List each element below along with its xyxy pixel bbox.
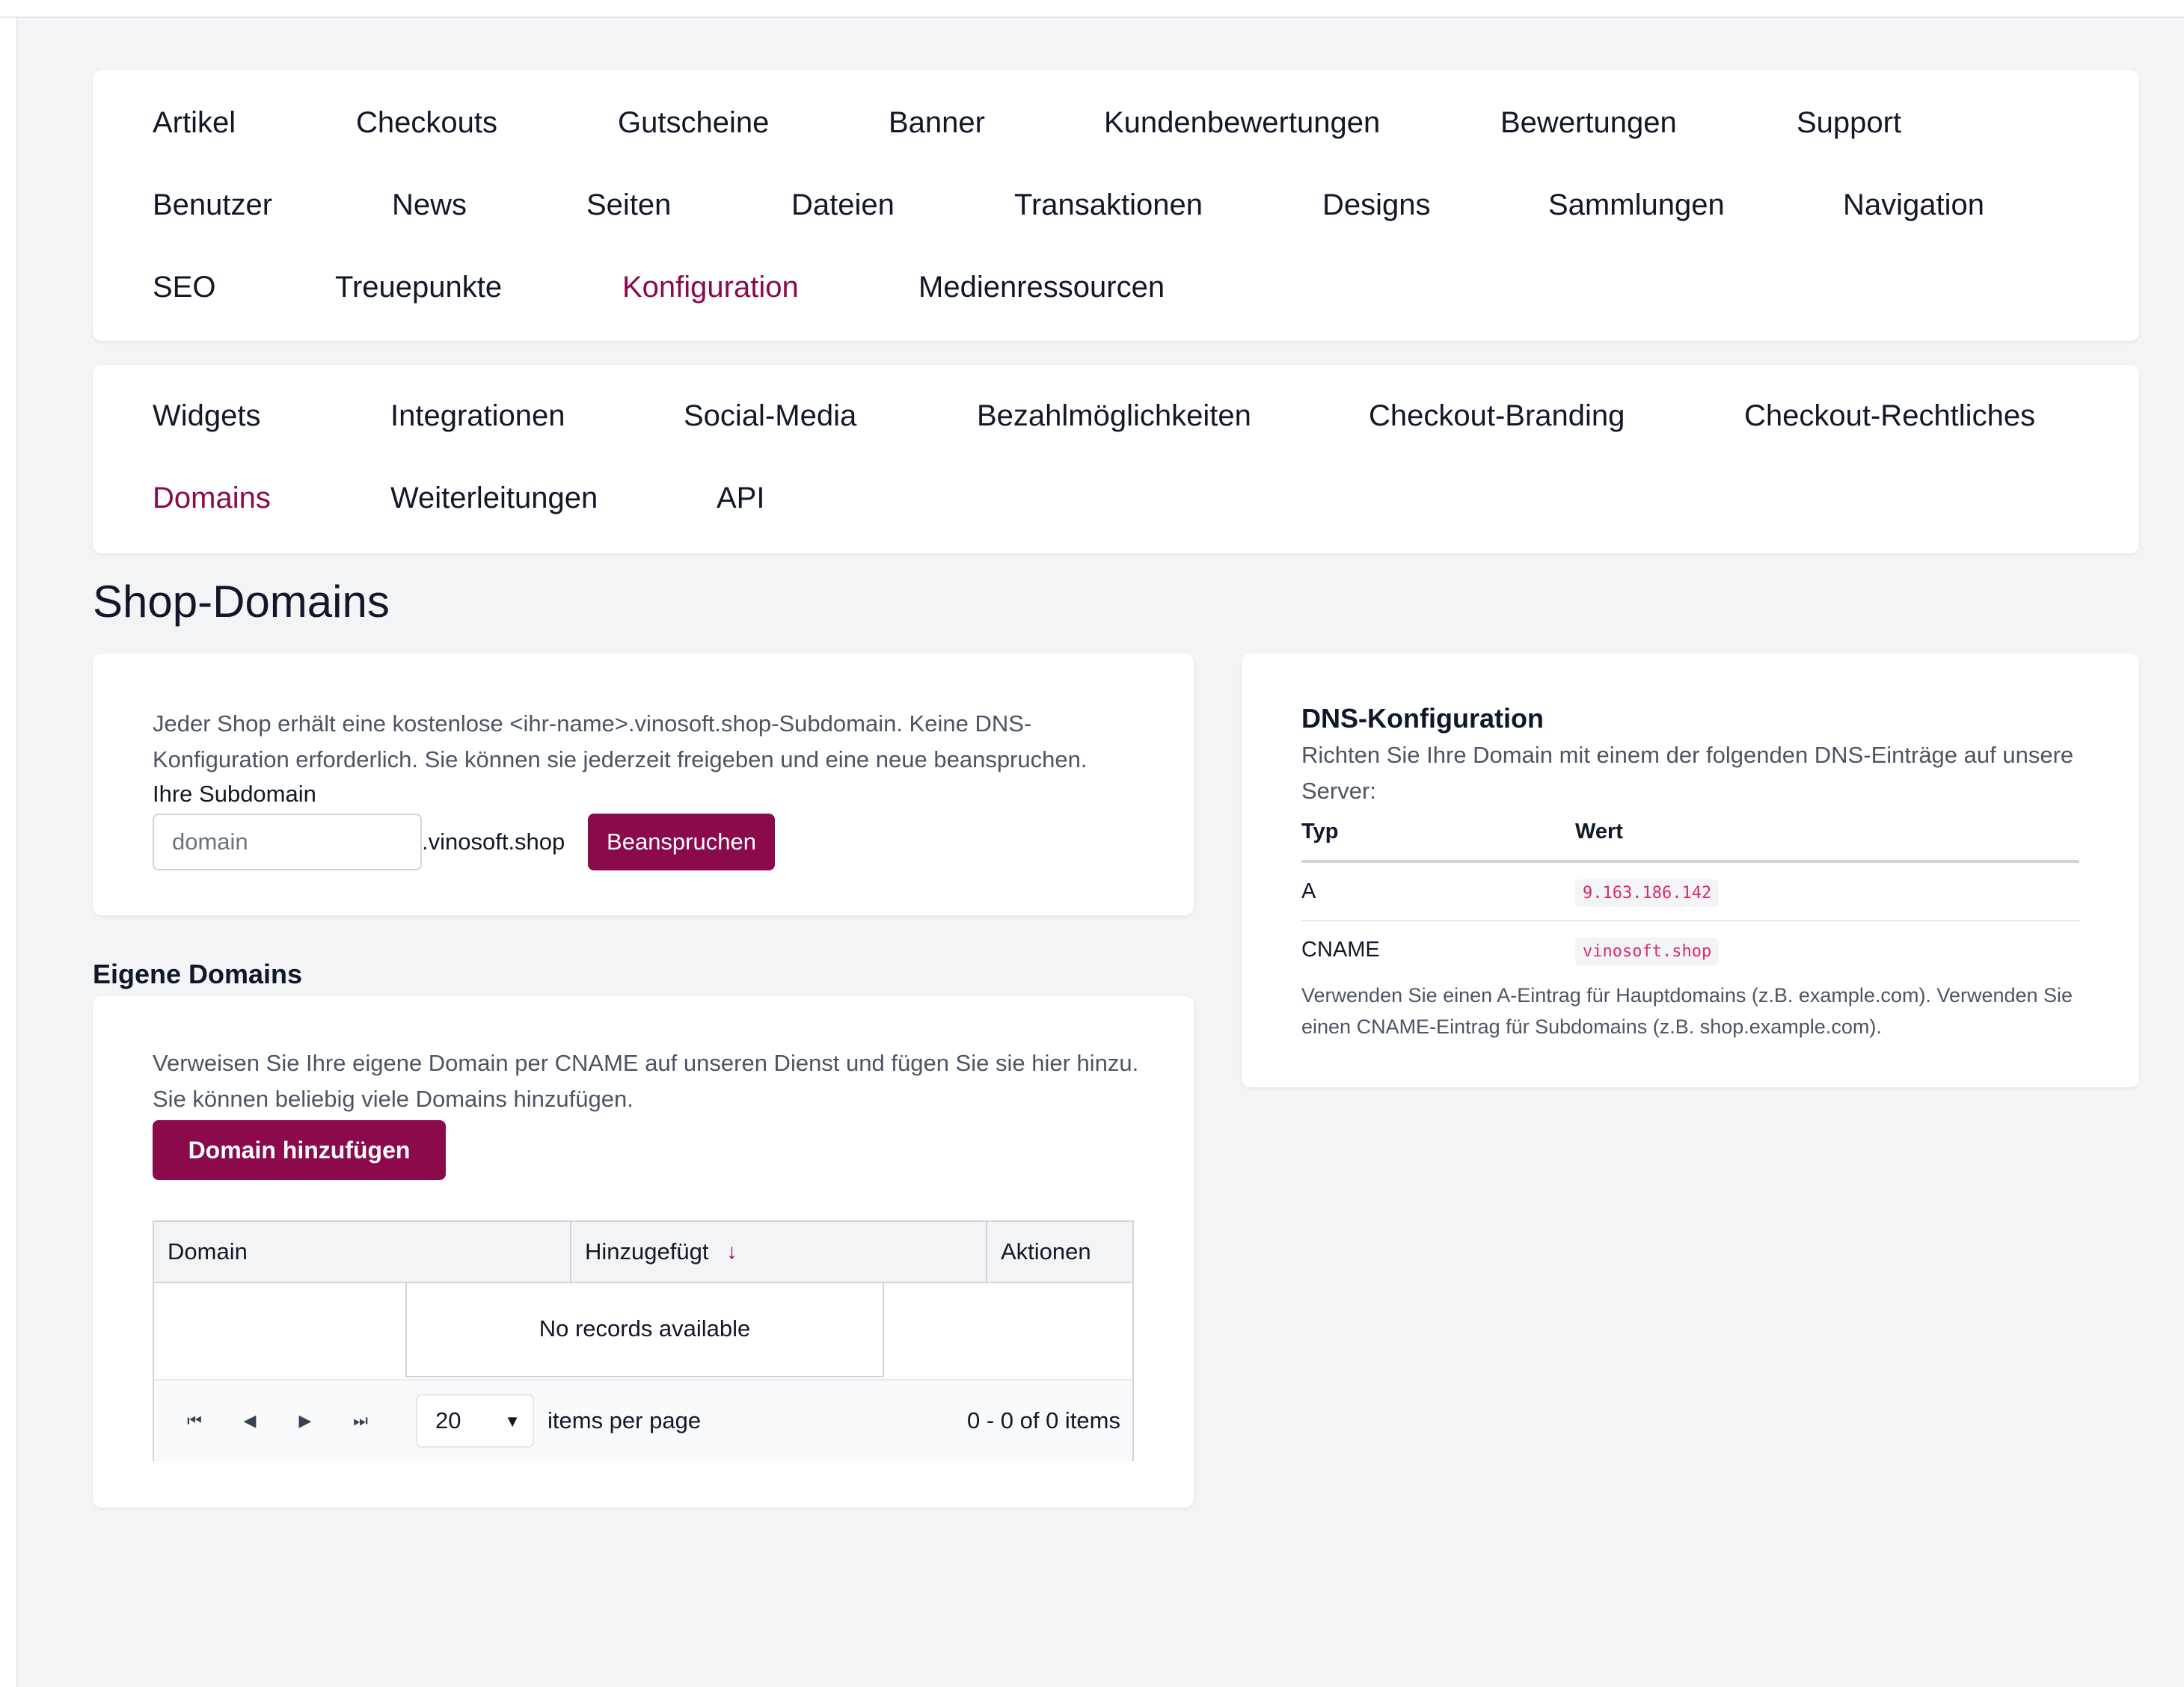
subdomain-description: Jeder Shop erhält eine kostenlose <ihr-n… <box>153 710 1088 772</box>
subdomain-input[interactable] <box>153 814 422 870</box>
nav-item-dateien[interactable]: Dateien <box>791 188 1014 222</box>
dns-record-value: 9.163.186.142 <box>1575 879 1720 907</box>
main-nav-row-2: Benutzer News Seiten Dateien Transaktion… <box>153 188 1984 222</box>
subnav-item-domains[interactable]: Domains <box>153 482 390 515</box>
nav-item-benutzer[interactable]: Benutzer <box>153 188 392 222</box>
page-size-select[interactable]: 20 ▼ <box>416 1394 534 1448</box>
next-page-icon[interactable]: ▶ <box>283 1380 328 1461</box>
dns-header-typ: Typ <box>1301 820 1339 844</box>
own-domains-card: Verweisen Sie Ihre eigene Domain per CNA… <box>93 996 1194 1508</box>
dns-record-value: vinosoft.shop <box>1575 938 1720 965</box>
column-header-hinzugefuegt[interactable]: Hinzugefügt ↓ <box>571 1222 986 1282</box>
add-domain-button[interactable]: Domain hinzufügen <box>153 1120 446 1180</box>
subnav-item-api[interactable]: API <box>717 482 764 515</box>
own-domains-description: Verweisen Sie Ihre eigene Domain per CNA… <box>153 1050 1139 1112</box>
dns-header-wert: Wert <box>1575 820 1623 844</box>
subdomain-suffix: .vinosoft.shop <box>422 829 565 855</box>
subnav-item-widgets[interactable]: Widgets <box>153 399 390 433</box>
caret-down-icon: ▼ <box>504 1412 521 1431</box>
column-header-domain[interactable]: Domain <box>154 1222 570 1282</box>
sub-nav-row-1: Widgets Integrationen Social-Media Bezah… <box>153 399 2035 433</box>
subnav-item-social-media[interactable]: Social-Media <box>684 399 977 433</box>
dns-row-divider <box>1301 920 2079 921</box>
own-domains-title: Eigene Domains <box>93 959 303 989</box>
dns-record-type: A <box>1301 879 1316 903</box>
nav-item-navigation[interactable]: Navigation <box>1843 188 1984 222</box>
grid-header: Domain Hinzugefügt ↓ Aktionen <box>154 1222 1132 1283</box>
sub-nav: Widgets Integrationen Social-Media Bezah… <box>93 365 2139 553</box>
nav-item-medienressourcen[interactable]: Medienressourcen <box>918 271 1165 304</box>
nav-item-sammlungen[interactable]: Sammlungen <box>1548 188 1843 222</box>
subnav-item-checkout-rechtliches[interactable]: Checkout-Rechtliches <box>1744 399 2035 433</box>
left-sidebar-edge <box>0 18 18 1687</box>
column-header-aktionen[interactable]: Aktionen <box>987 1222 1134 1282</box>
main-nav-row-1: Artikel Checkouts Gutscheine Banner Kund… <box>153 106 1901 140</box>
column-header-hinzugefuegt-label: Hinzugefügt <box>585 1238 709 1265</box>
grid-pager: ⏮ ◀ ▶ ⏭ 20 ▼ items per page 0 - 0 of 0 i… <box>154 1379 1132 1461</box>
dns-card: DNS-Konfiguration Richten Sie Ihre Domai… <box>1242 654 2139 1087</box>
last-page-icon[interactable]: ⏭ <box>338 1380 383 1461</box>
nav-item-treuepunkte[interactable]: Treuepunkte <box>335 271 622 304</box>
pager-summary: 0 - 0 of 0 items <box>966 1407 1120 1434</box>
subnav-item-bezahlmoeglichkeiten[interactable]: Bezahlmöglichkeiten <box>977 399 1369 433</box>
subnav-item-integrationen[interactable]: Integrationen <box>390 399 684 433</box>
previous-page-icon[interactable]: ◀ <box>227 1380 272 1461</box>
nav-item-news[interactable]: News <box>392 188 586 222</box>
nav-item-designs[interactable]: Designs <box>1322 188 1548 222</box>
nav-item-bewertungen[interactable]: Bewertungen <box>1500 106 1797 140</box>
nav-item-support[interactable]: Support <box>1797 106 1901 140</box>
sub-nav-row-2: Domains Weiterleitungen API <box>153 482 764 515</box>
main-nav: Artikel Checkouts Gutscheine Banner Kund… <box>93 70 2139 341</box>
nav-item-banner[interactable]: Banner <box>889 106 1104 140</box>
nav-item-konfiguration[interactable]: Konfiguration <box>622 271 918 304</box>
dns-record-type: CNAME <box>1301 938 1380 962</box>
nav-item-seiten[interactable]: Seiten <box>586 188 791 222</box>
nav-item-artikel[interactable]: Artikel <box>153 106 356 140</box>
dns-header-divider <box>1301 860 2079 863</box>
subdomain-card: Jeder Shop erhält eine kostenlose <ihr-n… <box>93 654 1194 915</box>
domains-grid: Domain Hinzugefügt ↓ Aktionen No records… <box>153 1220 1134 1461</box>
subdomain-label: Ihre Subdomain <box>153 781 316 807</box>
nav-item-transaktionen[interactable]: Transaktionen <box>1014 188 1322 222</box>
first-page-icon[interactable]: ⏮ <box>172 1380 217 1461</box>
dns-description: Richten Sie Ihre Domain mit einem der fo… <box>1301 742 2074 804</box>
page-size-value: 20 <box>435 1407 461 1434</box>
main-nav-row-3: SEO Treuepunkte Konfiguration Medienress… <box>153 271 1165 304</box>
subnav-item-weiterleitungen[interactable]: Weiterleitungen <box>390 482 717 515</box>
page-title: Shop-Domains <box>93 577 390 627</box>
dns-title: DNS-Konfiguration <box>1301 703 1544 734</box>
nav-item-gutscheine[interactable]: Gutscheine <box>618 106 889 140</box>
nav-item-checkouts[interactable]: Checkouts <box>356 106 618 140</box>
items-per-page-label: items per page <box>547 1407 702 1434</box>
claim-button[interactable]: Beanspruchen <box>588 814 775 870</box>
dns-note: Verwenden Sie einen A-Eintrag für Hauptd… <box>1301 984 2073 1038</box>
nav-item-kundenbewertungen[interactable]: Kundenbewertungen <box>1104 106 1500 140</box>
nav-item-seo[interactable]: SEO <box>153 271 335 304</box>
top-edge <box>0 0 2184 18</box>
subnav-item-checkout-branding[interactable]: Checkout-Branding <box>1369 399 1744 433</box>
arrow-down-icon: ↓ <box>726 1240 737 1263</box>
no-records-message: No records available <box>405 1282 884 1377</box>
